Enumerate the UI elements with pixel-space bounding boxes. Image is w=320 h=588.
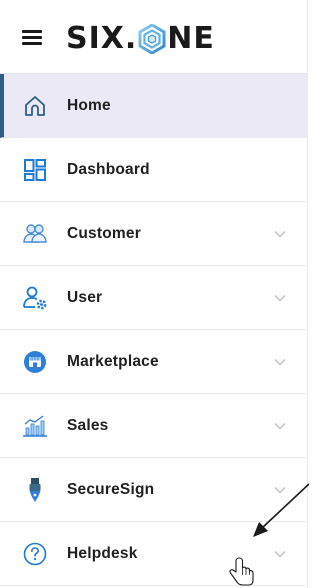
sidebar-item-label: Sales [67, 416, 109, 434]
chevron-down-icon[interactable] [273, 229, 287, 239]
sidebar-header: SIX. NE [0, 0, 307, 74]
sidebar-item-label: Marketplace [67, 352, 159, 370]
app-logo[interactable]: SIX. NE [66, 22, 215, 56]
sidebar: SIX. NE Home Dashboard Customer User Mar… [0, 0, 308, 588]
sidebar-item-securesign[interactable]: SecureSign [0, 458, 307, 522]
sidebar-item-label: Home [67, 96, 111, 114]
sidebar-item-label: SecureSign [67, 480, 155, 498]
sidebar-menu: Home Dashboard Customer User Marketplace… [0, 74, 307, 586]
sales-chart-icon [22, 413, 48, 439]
hexagon-logo-icon [138, 24, 166, 54]
logo-text-left: SIX. [66, 21, 138, 56]
sidebar-item-home[interactable]: Home [0, 74, 307, 138]
dashboard-icon [22, 157, 48, 183]
sidebar-item-customer[interactable]: Customer [0, 202, 307, 266]
hamburger-menu-icon[interactable] [22, 30, 42, 45]
chevron-down-icon[interactable] [273, 293, 287, 303]
chevron-down-icon[interactable] [273, 421, 287, 431]
chevron-down-icon[interactable] [273, 357, 287, 367]
help-circle-icon [22, 541, 48, 567]
chevron-down-icon[interactable] [273, 485, 287, 495]
chevron-down-icon[interactable] [273, 549, 287, 559]
sidebar-item-label: Customer [67, 224, 141, 242]
sidebar-item-sales[interactable]: Sales [0, 394, 307, 458]
sidebar-item-marketplace[interactable]: Marketplace [0, 330, 307, 394]
sidebar-item-dashboard[interactable]: Dashboard [0, 138, 307, 202]
user-settings-icon [22, 285, 48, 311]
sidebar-item-label: Dashboard [67, 160, 150, 178]
home-icon [22, 93, 48, 119]
sidebar-item-label: Helpdesk [67, 544, 138, 562]
sidebar-item-user[interactable]: User [0, 266, 307, 330]
logo-text-right: NE [167, 21, 215, 56]
sidebar-item-helpdesk[interactable]: Helpdesk [0, 522, 307, 586]
customers-icon [22, 221, 48, 247]
sidebar-item-label: User [67, 288, 103, 306]
marketplace-icon [22, 349, 48, 375]
pen-nib-icon [22, 477, 48, 503]
